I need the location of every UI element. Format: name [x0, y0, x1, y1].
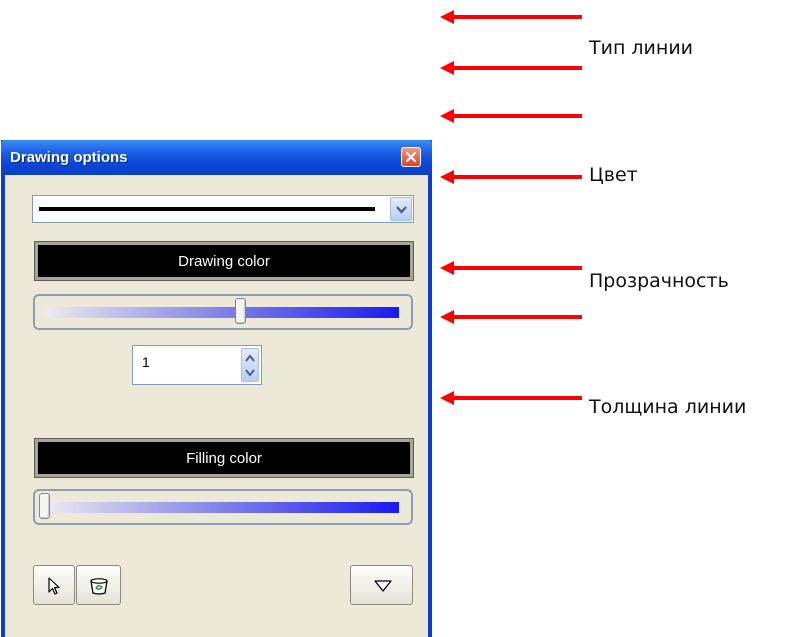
annotation-arrow	[440, 10, 582, 24]
triangle-down-icon	[374, 580, 392, 592]
annotation-arrow	[440, 61, 582, 75]
slider-thumb[interactable]	[39, 493, 50, 519]
annotation-transparency: Прозрачность	[589, 270, 729, 292]
window-title: Drawing options	[10, 149, 128, 166]
line-type-dropdown-button[interactable]	[390, 197, 412, 221]
chevron-down-icon	[396, 206, 407, 214]
close-icon	[405, 151, 417, 163]
annotation-line-type: Тип линии	[589, 37, 694, 59]
annotation-arrow	[440, 310, 582, 324]
annotation-arrow	[440, 109, 582, 123]
select-tool-button[interactable]	[33, 565, 75, 605]
drawing-options-window: Drawing options Drawing color 1 Filling …	[1, 140, 432, 637]
cursor-arrow-icon	[48, 577, 60, 595]
window-content: Drawing color 1 Filling color	[5, 175, 428, 637]
spin-down-icon[interactable]	[245, 367, 255, 379]
paint-bucket-icon	[90, 578, 108, 595]
slider-track	[45, 502, 399, 513]
spinner-buttons	[241, 348, 259, 382]
slider-thumb[interactable]	[235, 298, 247, 324]
filling-color-button[interactable]: Filling color	[34, 438, 414, 478]
annotation-arrow	[440, 170, 582, 184]
slider-track	[45, 307, 399, 318]
line-type-preview	[39, 207, 375, 211]
line-thickness-value[interactable]: 1	[142, 354, 150, 370]
line-thickness-spinner[interactable]: 1	[132, 345, 262, 385]
close-button[interactable]	[401, 147, 421, 167]
annotation-color: Цвет	[589, 164, 638, 186]
drawing-transparency-slider[interactable]	[33, 294, 413, 330]
filling-transparency-slider[interactable]	[33, 489, 413, 525]
annotation-arrow	[440, 261, 582, 275]
drawing-color-button[interactable]: Drawing color	[34, 241, 414, 281]
spin-up-icon[interactable]	[245, 352, 255, 364]
line-type-select[interactable]	[32, 195, 414, 223]
shape-tool-button[interactable]	[350, 565, 413, 605]
fill-tool-button[interactable]	[76, 565, 121, 605]
annotation-line-thickness: Толщина линии	[589, 396, 747, 418]
annotation-arrow	[440, 391, 582, 405]
window-titlebar[interactable]: Drawing options	[1, 140, 432, 175]
